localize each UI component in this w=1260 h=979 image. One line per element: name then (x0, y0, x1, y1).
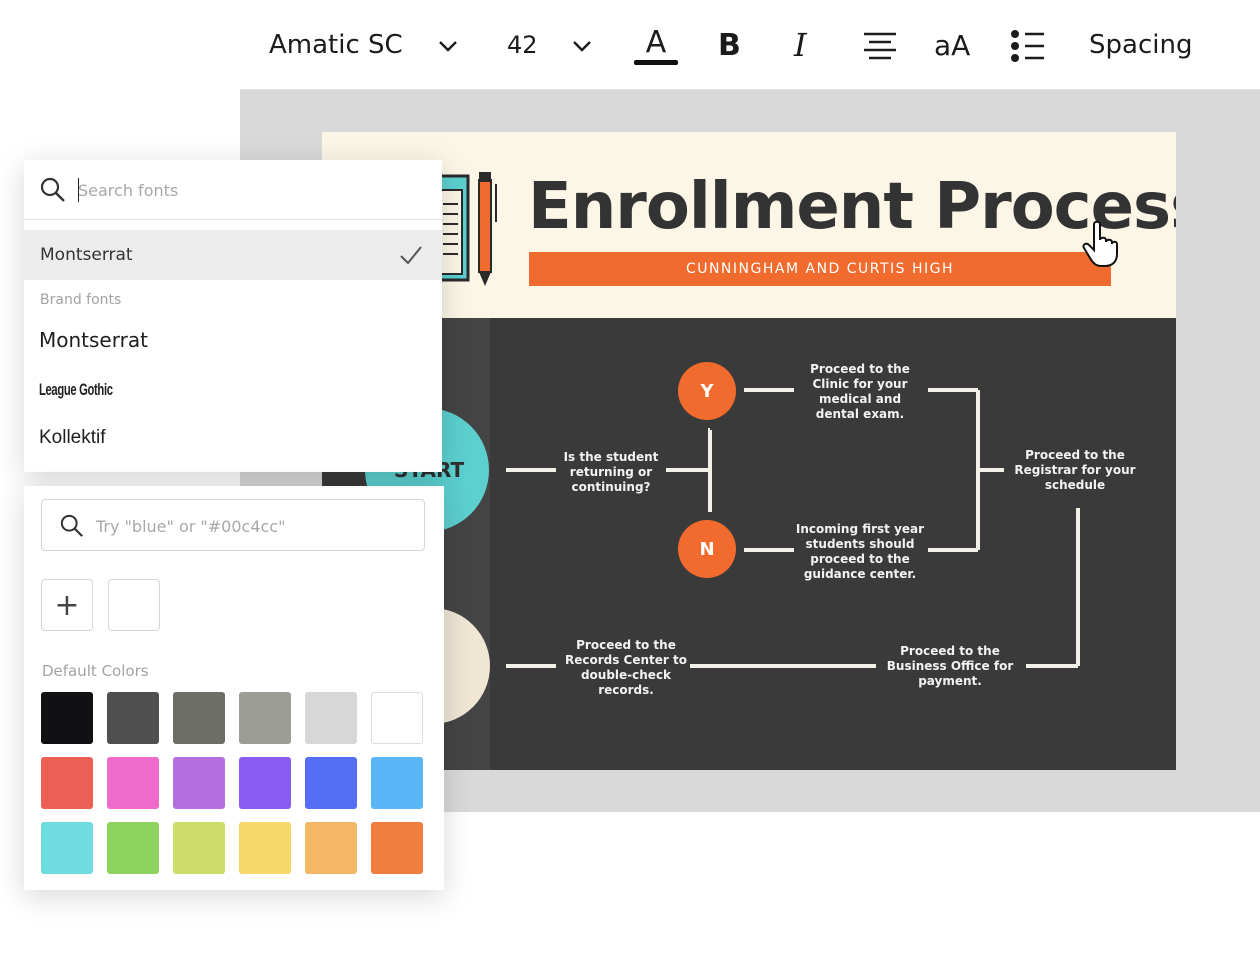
color-swatch[interactable] (41, 822, 93, 874)
step-registrar: Proceed to the Registrar for your schedu… (1014, 448, 1136, 492)
font-search-input[interactable] (78, 176, 418, 204)
font-family-dropdown[interactable]: Amatic SC (269, 0, 403, 90)
font-picker-panel: Montserrat Brand fonts Montserrat League… (24, 160, 442, 472)
hand-cursor-icon (1082, 220, 1118, 267)
color-swatch[interactable] (239, 692, 291, 744)
color-search-input[interactable] (96, 512, 406, 540)
font-size-dropdown[interactable]: 42 (507, 0, 538, 90)
text-toolbar: Amatic SC 42 A B I aA Spacing (240, 0, 1260, 90)
default-colors-heading: Default Colors (42, 662, 149, 680)
step-business: Proceed to the Business Office for payme… (886, 644, 1014, 688)
color-swatch[interactable] (371, 692, 423, 744)
font-family-label: Amatic SC (269, 30, 403, 60)
letter-case-label: aA (934, 28, 971, 62)
step-records: Proceed to the Records Center to double-… (564, 638, 687, 697)
checkmark-icon (400, 246, 422, 265)
spacing-label: Spacing (1089, 30, 1193, 60)
no-circle: N (678, 520, 736, 578)
search-icon (40, 177, 65, 202)
yes-circle: Y (678, 362, 736, 420)
color-swatch[interactable] (107, 822, 159, 874)
font-option-league-gothic[interactable]: League Gothic (39, 380, 113, 400)
design-canvas[interactable]: Enrollment Process CUNNINGHAM AND CURTIS… (322, 132, 1176, 770)
design-subtitle-banner[interactable]: CUNNINGHAM AND CURTIS HIGH (529, 252, 1111, 286)
color-swatch[interactable] (173, 822, 225, 874)
pencil-illustration (478, 172, 497, 286)
italic-button[interactable]: I (794, 0, 807, 90)
yes-label: Y (700, 380, 714, 402)
step-clinic: Proceed to the Clinic for your medical a… (810, 362, 910, 421)
add-color-button[interactable]: + (41, 579, 93, 631)
design-title[interactable]: Enrollment Process (528, 170, 1176, 244)
svg-text:A: A (646, 25, 667, 60)
color-swatch[interactable] (305, 757, 357, 809)
italic-label: I (794, 26, 807, 64)
color-swatch[interactable] (305, 692, 357, 744)
step-first-year: Incoming first year students should proc… (795, 522, 925, 581)
chevron-down-icon[interactable] (571, 36, 593, 56)
selected-font-label: Montserrat (40, 245, 133, 265)
font-search-bar (24, 160, 442, 220)
custom-color-slot[interactable] (108, 579, 160, 631)
color-picker-panel: + Default Colors (24, 486, 444, 890)
bullet-list-icon[interactable] (1010, 28, 1048, 64)
color-search-bar (41, 499, 425, 551)
color-swatch[interactable] (239, 757, 291, 809)
text-color-icon[interactable]: A (632, 22, 680, 70)
step-question: Is the student returning or continuing? (563, 450, 659, 494)
letter-case-button[interactable]: aA (934, 0, 970, 90)
color-swatch[interactable] (41, 757, 93, 809)
color-swatch[interactable] (107, 757, 159, 809)
no-label: N (699, 538, 715, 560)
chevron-down-icon[interactable] (437, 36, 459, 56)
app-stage: Amatic SC 42 A B I aA Spacing Enrollment… (0, 0, 1260, 979)
color-swatch[interactable] (173, 692, 225, 744)
color-swatch[interactable] (173, 757, 225, 809)
spacing-button[interactable]: Spacing (1089, 0, 1192, 90)
font-option-montserrat[interactable]: Montserrat (39, 328, 148, 352)
color-swatch[interactable] (305, 822, 357, 874)
font-size-label: 42 (507, 31, 538, 59)
align-center-icon[interactable] (860, 30, 900, 62)
color-swatch[interactable] (107, 692, 159, 744)
color-swatch[interactable] (371, 757, 423, 809)
color-swatch[interactable] (41, 692, 93, 744)
font-option-kollektif[interactable]: Kollektif (39, 427, 106, 449)
plus-icon: + (54, 587, 80, 623)
color-swatch[interactable] (239, 822, 291, 874)
design-subtitle: CUNNINGHAM AND CURTIS HIGH (685, 261, 955, 277)
bold-button[interactable]: B (718, 0, 741, 90)
color-swatch[interactable] (371, 822, 423, 874)
font-option-selected[interactable]: Montserrat (24, 230, 442, 280)
search-icon (60, 514, 83, 537)
brand-fonts-heading: Brand fonts (40, 292, 122, 308)
bold-label: B (718, 27, 741, 63)
